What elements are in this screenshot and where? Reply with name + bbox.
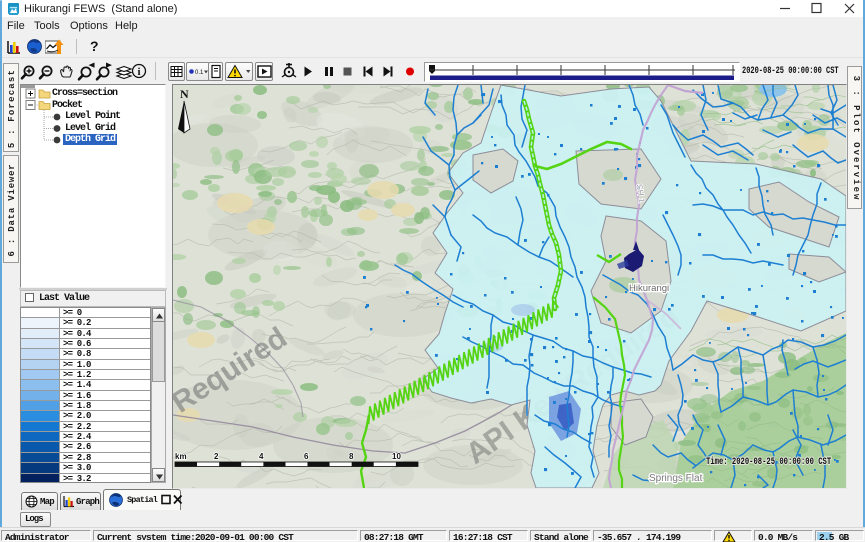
svg-text:Springs Flat: Springs Flat: [649, 473, 703, 484]
svg-text:N: N: [180, 87, 189, 101]
svg-text:10: 10: [392, 452, 401, 461]
svg-text:i: i: [138, 66, 141, 78]
svg-text:8: 8: [349, 452, 354, 461]
svg-text:Hikurangi: Hikurangi: [629, 283, 669, 294]
svg-text:6: 6: [304, 452, 309, 461]
svg-text:4: 4: [259, 452, 264, 461]
svg-text:2: 2: [214, 452, 219, 461]
svg-text:Time: 2020-08-25 00:00:00 CST: Time: 2020-08-25 00:00:00 CST: [706, 456, 831, 467]
svg-text:0.1: 0.1: [195, 70, 204, 76]
svg-text:km: km: [175, 452, 187, 461]
